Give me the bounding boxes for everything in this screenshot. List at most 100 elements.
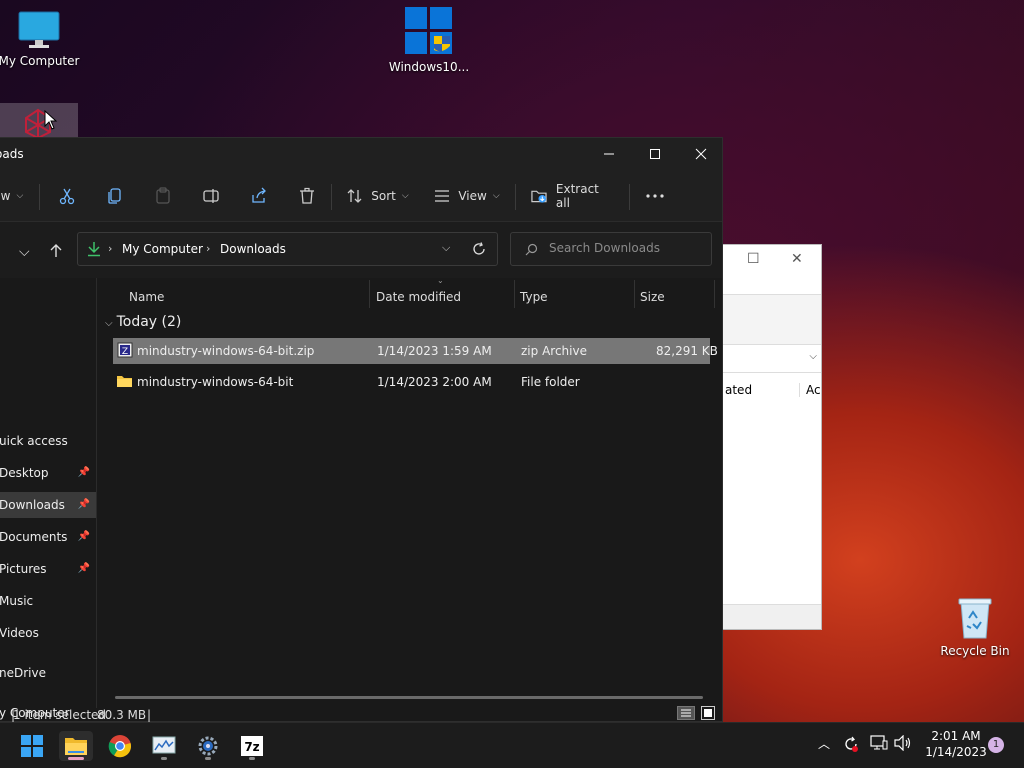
mouse-cursor-icon: [44, 110, 58, 130]
system-clock[interactable]: 2:01 AM 1/14/2023: [918, 728, 994, 760]
column-divider[interactable]: [714, 280, 715, 308]
more-options-button[interactable]: [639, 180, 671, 212]
taskbar-resource-monitor[interactable]: [147, 731, 181, 761]
file-row[interactable]: Z mindustry-windows-64-bit.zip 1/14/2023…: [113, 338, 718, 364]
horizontal-scrollbar[interactable]: [115, 696, 703, 699]
details-view-button[interactable]: [677, 706, 695, 720]
close-icon[interactable]: ✕: [791, 251, 803, 267]
nav-item-label: uick access: [0, 434, 68, 448]
file-date: 1/14/2023 1:59 AM: [377, 344, 492, 358]
pin-icon: 📌: [77, 531, 90, 542]
nav-item-documents[interactable]: Documents 📌: [0, 524, 96, 550]
taskbar-chrome[interactable]: [103, 731, 137, 761]
column-header-size[interactable]: Size: [640, 290, 665, 304]
rename-button[interactable]: [195, 180, 227, 212]
extract-folder-icon: [531, 190, 547, 203]
nav-item-desktop[interactable]: Desktop 📌: [0, 460, 96, 486]
delete-button[interactable]: [291, 180, 323, 212]
background-dialog-combo[interactable]: ⌵: [723, 345, 821, 373]
taskbar: 7z ︿ 2:01 AM 1/14/2023 1: [0, 722, 1024, 768]
taskbar-file-explorer[interactable]: [59, 731, 93, 761]
folder-icon: [117, 376, 132, 387]
network-icon[interactable]: [870, 735, 888, 751]
paste-icon: [156, 187, 170, 204]
show-hidden-icons-button[interactable]: ︿: [818, 735, 830, 752]
maximize-button[interactable]: [632, 138, 678, 170]
details-view-icon: [681, 709, 691, 717]
taskbar-7zip[interactable]: 7z: [235, 731, 269, 761]
rename-icon: [203, 189, 219, 203]
large-icons-view-button[interactable]: [701, 706, 715, 720]
sort-button[interactable]: Sort ⌵: [345, 180, 411, 212]
refresh-icon[interactable]: [472, 242, 486, 256]
taskbar-settings[interactable]: [191, 731, 225, 761]
notification-badge[interactable]: 1: [988, 737, 1004, 753]
zip-archive-icon: Z: [117, 342, 133, 358]
desktop-icon-label: My Computer: [0, 54, 80, 68]
svg-text:Z: Z: [122, 347, 128, 357]
nav-item-quick-access[interactable]: uick access: [0, 428, 96, 454]
desktop-icon-my-computer[interactable]: My Computer: [0, 10, 84, 68]
command-bar: w ⌵ Sort ⌵ View ⌵ Extract all: [0, 170, 722, 222]
address-row: ⌵ › My Computer › Downloads ⌵: [0, 222, 722, 278]
window-title: oads: [0, 147, 24, 161]
performance-monitor-icon: [152, 736, 176, 754]
nav-item-onedrive[interactable]: neDrive: [0, 660, 96, 686]
share-button[interactable]: [243, 180, 275, 212]
minimize-button[interactable]: [586, 138, 632, 170]
status-separator: |: [147, 708, 152, 722]
divider: [39, 184, 40, 210]
desktop-icon-windows10[interactable]: Windows10...: [384, 6, 474, 74]
pin-icon: 📌: [77, 499, 90, 510]
background-dialog-header: ated Ac: [723, 373, 821, 403]
cut-button[interactable]: [51, 180, 83, 212]
maximize-icon: [650, 149, 660, 159]
column-divider[interactable]: [514, 280, 515, 308]
nav-item-pictures[interactable]: Pictures 📌: [0, 556, 96, 582]
column-divider[interactable]: [369, 280, 370, 308]
up-button[interactable]: [49, 244, 63, 262]
address-dropdown-button[interactable]: ⌵: [442, 241, 450, 255]
paste-button[interactable]: [147, 180, 179, 212]
pin-icon: 📌: [77, 563, 90, 574]
extract-all-label: Extract all: [555, 182, 599, 210]
column-divider[interactable]: [634, 280, 635, 308]
nav-item-label: Pictures: [0, 562, 47, 576]
sync-alert-icon[interactable]: [842, 735, 860, 753]
file-name: mindustry-windows-64-bit.zip: [137, 344, 315, 358]
nav-item-music[interactable]: Music: [0, 588, 96, 614]
column-header-date-modified[interactable]: Date modified: [376, 290, 461, 304]
maximize-icon[interactable]: ☐: [747, 251, 760, 267]
ellipsis-icon: [646, 194, 664, 198]
sort-button-label: Sort: [371, 189, 396, 203]
desktop-icon-recycle-bin[interactable]: Recycle Bin: [935, 596, 1015, 658]
group-header-today[interactable]: ⌵ Today (2): [105, 314, 181, 330]
search-icon: [525, 243, 538, 256]
windows-logo-icon: [21, 735, 43, 757]
address-bar[interactable]: › My Computer › Downloads ⌵: [77, 232, 498, 266]
breadcrumb-my-computer[interactable]: My Computer: [122, 242, 203, 256]
close-button[interactable]: [678, 138, 724, 170]
clock-date: 1/14/2023: [925, 745, 987, 759]
nav-item-videos[interactable]: Videos: [0, 620, 96, 646]
column-header-type[interactable]: Type: [520, 290, 548, 304]
copy-button[interactable]: [99, 180, 131, 212]
volume-icon[interactable]: [894, 735, 912, 751]
search-input[interactable]: [549, 241, 699, 255]
arrow-up-icon: [50, 244, 62, 257]
recycle-bin-icon: [958, 598, 992, 639]
status-selection-size: 80.3 MB: [97, 708, 147, 722]
file-size: 82,291 KB: [656, 344, 718, 358]
sort-arrows-icon: [347, 189, 362, 203]
search-box[interactable]: [510, 232, 712, 266]
breadcrumb-downloads[interactable]: Downloads: [220, 242, 286, 256]
view-button[interactable]: View ⌵: [433, 180, 501, 212]
status-bar: | 1 item selected 80.3 MB |: [0, 706, 722, 723]
recent-locations-button[interactable]: ⌵: [19, 244, 30, 260]
file-row[interactable]: mindustry-windows-64-bit 1/14/2023 2:00 …: [113, 369, 710, 395]
extract-all-button[interactable]: Extract all: [531, 180, 613, 212]
nav-item-downloads[interactable]: Downloads 📌: [0, 492, 96, 518]
start-button[interactable]: [15, 731, 49, 761]
new-button[interactable]: w ⌵: [0, 180, 25, 212]
column-header-name[interactable]: Name: [129, 290, 164, 304]
